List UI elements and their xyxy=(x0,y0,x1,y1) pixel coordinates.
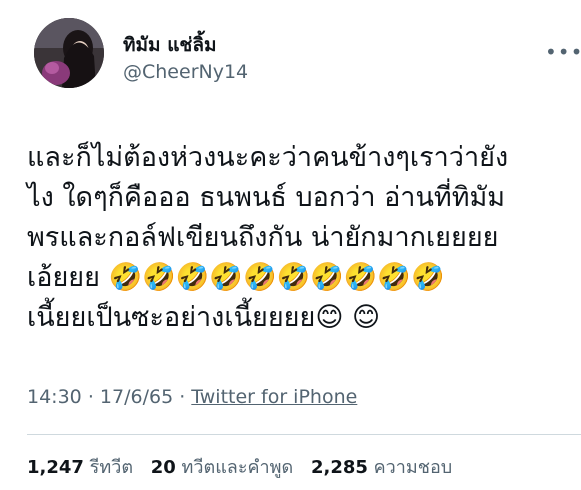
display-name[interactable]: ทิมัม แช่ลิ้ม xyxy=(123,30,217,60)
meta-separator: · xyxy=(87,386,100,408)
likes-label: ความชอบ xyxy=(373,457,453,478)
more-horizontal-icon[interactable]: ••• xyxy=(545,40,581,64)
tweet-source-link[interactable]: Twitter for iPhone xyxy=(191,386,357,408)
avatar[interactable] xyxy=(34,18,104,88)
likes-count: 2,285 xyxy=(310,457,368,478)
retweets-label: รีทวีต xyxy=(89,457,134,478)
retweets-stat[interactable]: 1,247 รีทวีต xyxy=(27,457,133,478)
tweet-date[interactable]: 17/6/65 xyxy=(100,386,173,408)
tweet-metadata: 14:30 · 17/6/65 · Twitter for iPhone xyxy=(27,386,357,408)
tweet-stats: 1,247 รีทวีต 20 ทวีตและคำพูด 2,285 ความช… xyxy=(27,452,464,481)
quotes-stat[interactable]: 20 ทวีตและคำพูด xyxy=(151,457,293,478)
divider xyxy=(27,434,581,435)
avatar-image xyxy=(34,18,104,88)
tweet-time[interactable]: 14:30 xyxy=(27,386,82,408)
quotes-label: ทวีตและคำพูด xyxy=(181,457,294,478)
quotes-count: 20 xyxy=(150,457,176,478)
tweet-text: และก็ไม่ต้องห่วงนะคะว่าคนข้างๆเราว่ายัง … xyxy=(27,142,509,333)
user-handle[interactable]: @CheerNy14 xyxy=(123,61,248,83)
likes-stat[interactable]: 2,285 ความชอบ xyxy=(311,457,452,478)
meta-separator: · xyxy=(179,386,192,408)
retweets-count: 1,247 xyxy=(27,457,84,478)
